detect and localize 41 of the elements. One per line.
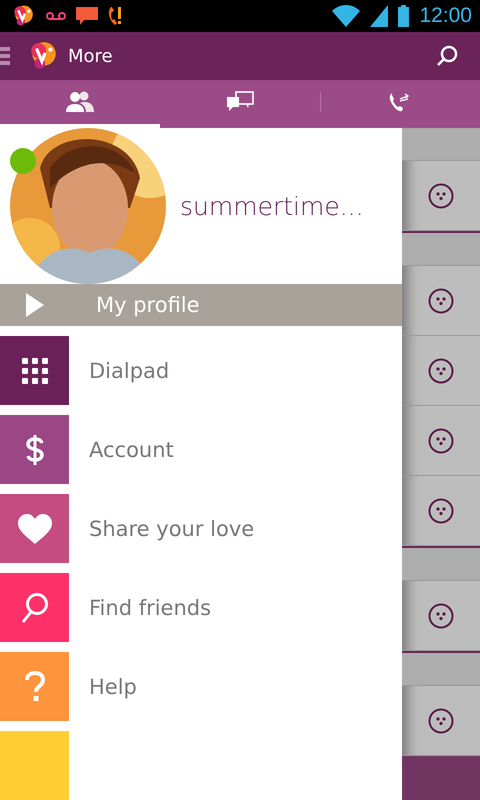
smiley-icon	[428, 288, 454, 314]
people-icon	[65, 91, 95, 113]
screen-title: More	[68, 46, 113, 66]
my-profile-item[interactable]: My profile	[0, 284, 402, 326]
app-logo-icon	[12, 4, 36, 28]
smiley-icon	[428, 602, 454, 628]
smiley-icon	[428, 708, 454, 734]
question-mark-icon	[24, 670, 46, 702]
menu-item-label[interactable]: Account	[89, 438, 174, 462]
menu-item-label[interactable]: Dialpad	[89, 358, 170, 382]
wifi-icon	[332, 5, 360, 27]
menu-icon-tile[interactable]	[0, 731, 69, 800]
voicemail-icon	[46, 11, 66, 21]
battery-icon	[398, 5, 410, 27]
menu-icon[interactable]	[0, 46, 10, 66]
clock-time: 12:00	[419, 4, 472, 28]
menu-icon-tile[interactable]	[0, 573, 69, 642]
my-profile-label: My profile	[96, 293, 200, 317]
chat-icon	[226, 91, 254, 113]
message-icon	[76, 7, 98, 25]
menu-item-label[interactable]: Share your love	[89, 516, 254, 540]
search-icon[interactable]	[436, 45, 458, 67]
signal-icon	[370, 5, 388, 27]
missed-call-icon	[108, 6, 122, 26]
smiley-icon	[428, 498, 454, 524]
smiley-icon	[428, 358, 454, 384]
search-icon	[20, 592, 48, 624]
heart-icon	[18, 514, 52, 544]
menu-icon-tile[interactable]	[0, 415, 69, 484]
menu-item-label[interactable]: Find friends	[89, 596, 212, 620]
dialpad-icon	[22, 358, 48, 384]
smiley-icon	[428, 428, 454, 454]
menu-icon-tile[interactable]	[0, 336, 69, 405]
menu-item-label[interactable]: Help	[89, 674, 137, 698]
dollar-icon	[24, 434, 44, 466]
profile-name: summertime...	[180, 192, 364, 220]
smiley-icon	[428, 182, 454, 208]
call-log-icon	[388, 91, 412, 113]
play-icon	[26, 293, 44, 317]
menu-icon-tile[interactable]	[0, 652, 69, 721]
menu-icon-tile[interactable]	[0, 494, 69, 563]
